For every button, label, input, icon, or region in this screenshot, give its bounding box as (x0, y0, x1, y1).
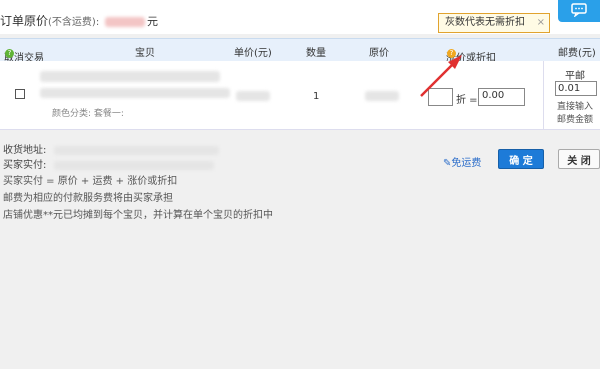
dialog-topbar: 订单原价(不含运费): 元 灰数代表无需折扣 × (0, 0, 600, 34)
confirm-button[interactable]: 确 定 (498, 149, 544, 169)
address-line: 收货地址: (3, 141, 219, 156)
payment-label: 买家实付: (3, 160, 47, 171)
title-prefix: 订单原价 (0, 14, 49, 28)
item-title-redacted (40, 71, 220, 82)
red-arrow-annotation (420, 55, 462, 97)
item-spec: 颜色分类: 套餐一: (52, 109, 124, 119)
title-note: (不含运费): (48, 17, 100, 28)
chat-bubble-icon (571, 3, 587, 17)
order-price-redacted (105, 16, 146, 27)
tooltip-close-icon[interactable]: × (537, 14, 545, 32)
item-quantity: 1 (313, 91, 320, 102)
payment-redacted (53, 160, 214, 170)
shop-discount-note: 店铺优惠**元已均摊到每个宝贝，并计算在单个宝贝的折扣中 (3, 210, 273, 221)
tooltip-text: 灰数代表无需折扣 (445, 17, 525, 28)
chat-button[interactable] (558, 0, 600, 22)
cancel-checkbox[interactable] (15, 89, 25, 99)
col-quantity: 数量 (306, 48, 326, 59)
title-unit: 元 (147, 15, 159, 28)
original-price-redacted (365, 91, 399, 101)
address-label: 收货地址: (3, 145, 47, 156)
table-header: 取消交易? 宝贝 单价(元) 数量 原价 涨价或折扣? 邮费(元) (0, 38, 600, 64)
free-shipping-link[interactable]: ✎免运费 (443, 154, 481, 169)
fee-note: 邮费为相应的付款服务费将由买家承担 (3, 193, 173, 204)
item-title-redacted (40, 88, 230, 98)
discount-tooltip: 灰数代表无需折扣 × (438, 13, 550, 33)
shipping-fee-input[interactable]: 0.01 (555, 81, 597, 96)
formula-line: 买家实付 = 原价 + 运费 + 涨价或折扣 (3, 176, 178, 187)
order-item-row: 颜色分类: 套餐一: 1 折 = 0.00 (0, 61, 600, 130)
col-shipping: 邮费(元) (558, 48, 596, 59)
shipping-divider (543, 61, 544, 129)
payment-line: 买家实付: (3, 156, 214, 171)
address-redacted (53, 145, 219, 155)
col-unit-price: 单价(元) (234, 48, 272, 59)
col-item: 宝贝 (135, 48, 155, 59)
help-icon[interactable]: ? (5, 49, 14, 58)
order-original-price-title: 订单原价(不含运费): 元 (0, 12, 158, 29)
free-shipping-label: 免运费 (451, 158, 482, 169)
close-button[interactable]: 关 闭 (558, 149, 600, 169)
discount-result-input[interactable]: 0.00 (478, 88, 525, 106)
col-original-price: 原价 (369, 48, 389, 59)
unit-price-redacted (236, 91, 270, 101)
